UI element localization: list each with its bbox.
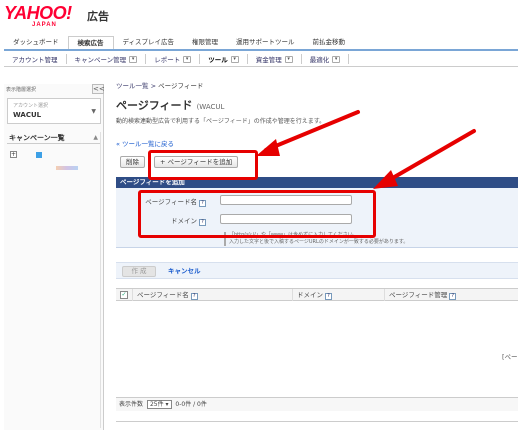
tab-prepayment[interactable]: 前払金移動 (304, 36, 355, 49)
empty-message: [ペー (502, 353, 518, 361)
tab-dashboard[interactable]: ダッシュボード (4, 36, 68, 49)
campaign-list-label: キャンペーン一覧 (9, 134, 65, 142)
yahoo-japan-logo[interactable]: YAHOO! JAPAN 広告 (4, 4, 134, 32)
col-label: ページフィード管理 (389, 291, 448, 299)
page-title: ページフィード (WACUL (116, 97, 224, 113)
sidebar-title: 表示階層選択 (6, 87, 37, 93)
page-title-text: ページフィード (116, 99, 193, 112)
page-description: 動的検索連動型広告で利用する「ページフィード」の作成や管理を行えます。 (116, 118, 326, 125)
chevron-down-icon[interactable]: ▾ (129, 55, 138, 63)
chevron-down-icon[interactable]: ▾ (230, 55, 239, 63)
account-name: WACUL (13, 111, 42, 119)
tab-support-tools[interactable]: 運用サポートツール (227, 36, 304, 49)
logo-sub: JAPAN (32, 22, 57, 28)
sub-campaign-management[interactable]: キャンペーン管理 ▾ (67, 54, 147, 64)
sub-report[interactable]: レポート ▾ (146, 54, 201, 64)
tab-search-ads[interactable]: 検索広告 (67, 36, 114, 49)
sub-optimize[interactable]: 最適化 ▾ (302, 54, 350, 64)
chevron-down-icon: ▼ (91, 108, 96, 115)
chevron-down-icon[interactable]: ▾ (332, 55, 341, 63)
highlight-add-button (148, 150, 258, 180)
tab-display-ads[interactable]: ディスプレイ広告 (114, 36, 184, 49)
breadcrumb-current: ページフィード (158, 82, 204, 90)
back-to-tools-link[interactable]: « ツール一覧に戻る (116, 138, 174, 148)
sub-label: 資金管理 (255, 56, 282, 64)
column-page-feed-management[interactable]: ページフィード管理? (384, 289, 518, 301)
tab-permissions[interactable]: 権限管理 (183, 36, 227, 49)
sub-label: 最適化 (309, 56, 330, 64)
create-button[interactable]: 作 成 (122, 266, 156, 277)
page-size-select[interactable]: 25件 ▾ (146, 400, 172, 409)
column-page-feed-name[interactable]: ページフィード名? (132, 289, 292, 301)
page-size-value: 25件 (149, 401, 164, 408)
collapse-sidebar-button[interactable]: << (92, 84, 105, 94)
help-icon[interactable]: ? (190, 293, 198, 300)
sub-label: キャンペーン管理 (74, 56, 127, 64)
col-label: ドメイン (297, 291, 323, 299)
sub-account-management[interactable]: アカウント管理 (4, 54, 67, 64)
page-title-account: (WACUL (196, 103, 225, 111)
chevron-down-icon[interactable]: ▾ (284, 55, 293, 63)
hint-line: 入力した文字と後で入稿するページURLのドメインが一致する必要があります。 (229, 239, 409, 245)
campaign-list-header[interactable]: キャンペーン一覧 ▲ (7, 132, 101, 144)
col-label: ページフィード名 (137, 291, 189, 299)
account-select[interactable]: アカウント選択 WACUL ▼ (7, 98, 101, 124)
sub-label: レポート (154, 56, 181, 64)
logo-main: YAHOO! (4, 3, 72, 23)
breadcrumb-tools[interactable]: ツール一覧 (116, 82, 149, 90)
main-content: ツール一覧 > ページフィード ページフィード (WACUL 動的検索連動型広告で… (116, 72, 518, 430)
sub-label: アカウント管理 (12, 56, 58, 64)
divider (116, 421, 518, 422)
main-nav: ダッシュボード 検索広告 ディスプレイ広告 権限管理 運用サポートツール 前払金… (4, 36, 518, 51)
campaign-node-icon[interactable] (36, 152, 42, 158)
account-select-label: アカウント選択 (13, 103, 49, 109)
form-actions: 作 成 キャンセル (116, 262, 518, 279)
sub-nav: アカウント管理 キャンペーン管理 ▾ レポート ▾ ツール ▾ 資金管理 ▾ 最適化 ▾ (4, 52, 518, 67)
help-icon[interactable]: ? (449, 293, 457, 300)
highlight-form-fields (138, 190, 376, 238)
select-all-checkbox[interactable]: ✓ (120, 291, 128, 299)
expand-icon[interactable]: + (10, 151, 17, 158)
table-body: [ペー (116, 301, 518, 401)
breadcrumb-separator: > (150, 82, 157, 90)
sidebar: 表示階層選択 << アカウント選択 WACUL ▼ キャンペーン一覧 ▲ + (4, 84, 105, 430)
campaign-node-label[interactable] (56, 166, 78, 170)
table-header: ✓ ページフィード名? ドメイン? ページフィード管理? (116, 288, 518, 301)
help-icon[interactable]: ? (325, 293, 332, 300)
sub-funds[interactable]: 資金管理 ▾ (248, 54, 302, 64)
chevron-down-icon[interactable]: ▾ (183, 55, 192, 63)
chevron-up-icon[interactable]: ▲ (93, 132, 98, 144)
page-size-label: 表示件数 (119, 401, 144, 408)
sub-label: ツール (208, 56, 228, 64)
sub-tools[interactable]: ツール ▾ (200, 54, 248, 64)
cancel-button[interactable]: キャンセル (168, 266, 201, 277)
sidebar-scrollbar[interactable] (100, 132, 104, 428)
column-domain[interactable]: ドメイン? (292, 289, 384, 301)
delete-button[interactable]: 削除 (120, 156, 145, 168)
breadcrumb: ツール一覧 > ページフィード (116, 80, 203, 90)
result-count: 0-0件 / 0件 (175, 401, 207, 408)
table-footer: 表示件数 25件 ▾ 0-0件 / 0件 (116, 397, 518, 411)
logo-ad-label: 広告 (87, 10, 109, 23)
